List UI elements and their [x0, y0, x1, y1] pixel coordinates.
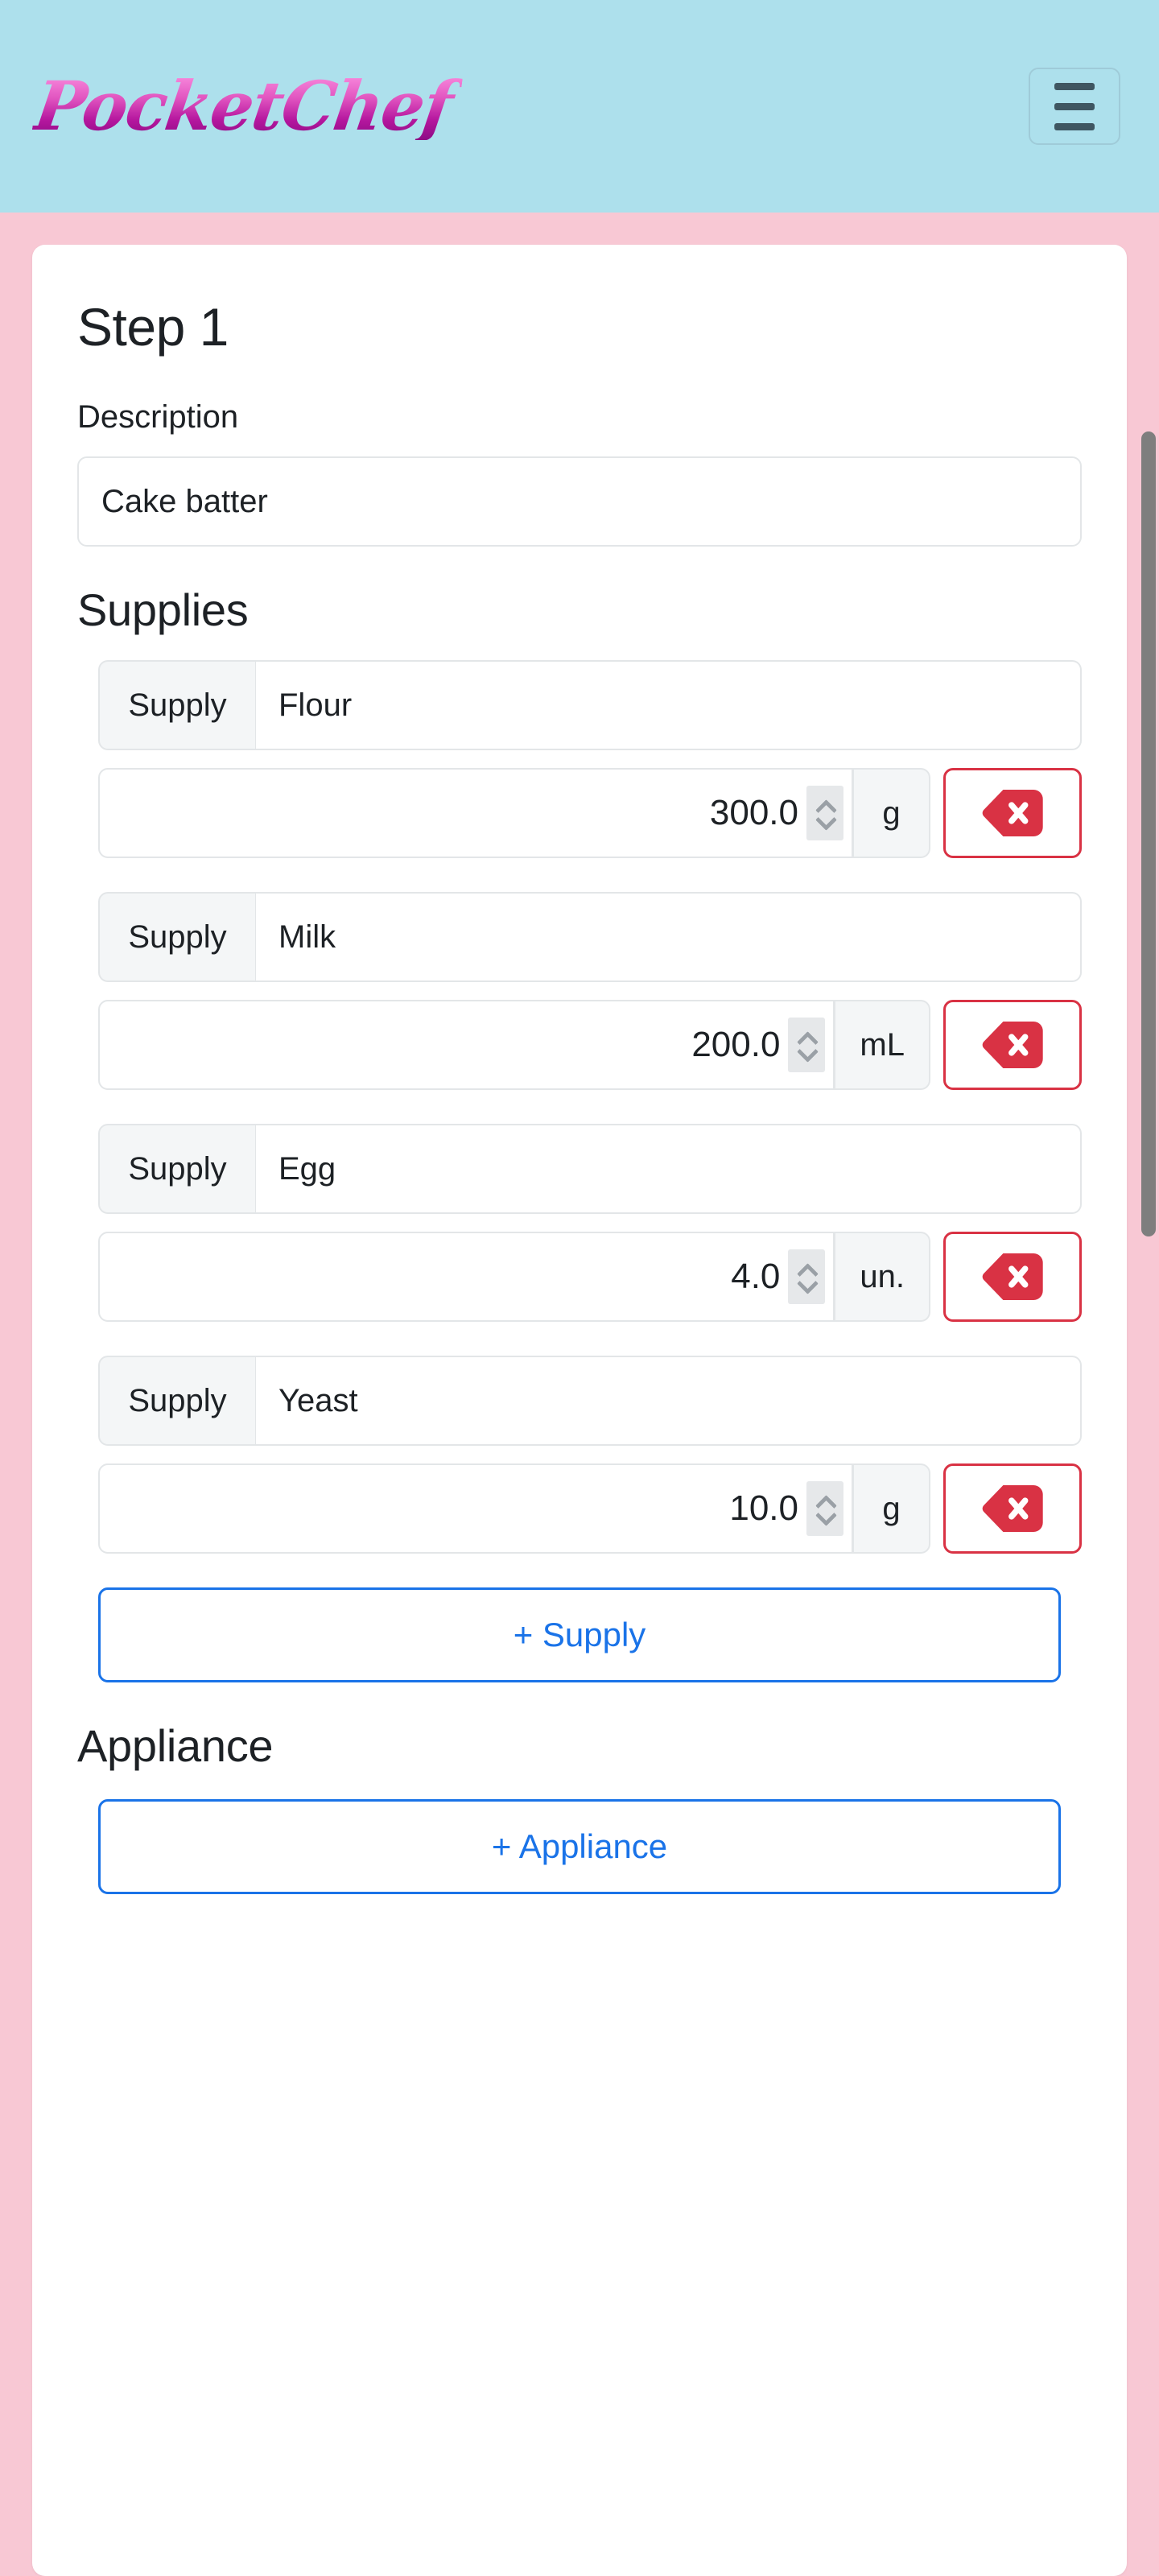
supply-quantity-value: 300.0: [709, 793, 798, 832]
backspace-delete-icon: [982, 1022, 1043, 1068]
page-title: Step 1: [77, 297, 229, 357]
backspace-delete-icon: [982, 1485, 1043, 1532]
backspace-delete-icon: [982, 1253, 1043, 1300]
supply-prefix-label: Supply: [98, 892, 256, 982]
supply-prefix-label: Supply: [98, 1124, 256, 1214]
supplies-heading: Supplies: [77, 584, 249, 635]
chevron-down-icon[interactable]: [816, 815, 834, 824]
supply-quantity-group: 4.0 un.: [98, 1232, 1082, 1322]
supply-item: Supply 300.0 g: [77, 660, 1082, 858]
supply-quantity-value: 4.0: [731, 1257, 781, 1296]
description-label: Description: [77, 399, 239, 435]
supply-name-group: Supply: [98, 1124, 1082, 1214]
supply-list: Supply300.0gSupply200.0mLSupply4.0un.Sup…: [77, 660, 1082, 1554]
supply-quantity-input[interactable]: 10.0: [98, 1463, 853, 1554]
supply-prefix-label: Supply: [98, 1356, 256, 1446]
hamburger-menu-button[interactable]: [1029, 68, 1120, 145]
page-scrollbar[interactable]: [1138, 213, 1159, 2576]
add-appliance-button[interactable]: + Appliance: [98, 1799, 1061, 1894]
supply-name-group: Supply: [98, 660, 1082, 750]
page-scrollbar-thumb[interactable]: [1141, 431, 1156, 1236]
backspace-delete-icon: [982, 790, 1043, 836]
supply-item: Supply 200.0 mL: [77, 892, 1082, 1090]
supply-name-group: Supply: [98, 1356, 1082, 1446]
hamburger-menu-icon-bar-1: [1054, 82, 1095, 90]
supply-name-input[interactable]: [256, 660, 1082, 750]
supply-quantity-input[interactable]: 300.0: [98, 768, 853, 858]
supply-quantity-group: 200.0 mL: [98, 1000, 1082, 1090]
stepper-chevrons-icon[interactable]: [788, 1249, 826, 1304]
step-card: Step 1 Description Supplies Supply 300.0 g…: [32, 245, 1127, 2576]
supply-quantity-input[interactable]: 200.0: [98, 1000, 835, 1090]
supply-unit-label: g: [853, 1463, 930, 1554]
chevron-down-icon[interactable]: [816, 1511, 834, 1520]
supply-item: Supply 4.0 un.: [77, 1124, 1082, 1322]
supply-name-input[interactable]: [256, 1356, 1082, 1446]
delete-supply-button[interactable]: [943, 1000, 1082, 1090]
stepper-chevrons-icon[interactable]: [788, 1018, 826, 1072]
supply-quantity-group: 300.0 g: [98, 768, 1082, 858]
stepper-chevrons-icon[interactable]: [806, 786, 843, 840]
stepper-chevrons-icon[interactable]: [806, 1481, 843, 1536]
supply-unit-label: g: [853, 768, 930, 858]
supply-unit-label: mL: [835, 1000, 930, 1090]
supply-quantity-value: 200.0: [691, 1025, 781, 1064]
supply-unit-label: un.: [835, 1232, 930, 1322]
delete-supply-button[interactable]: [943, 1232, 1082, 1322]
app-header: PocketChef: [0, 0, 1159, 213]
chevron-down-icon[interactable]: [798, 1279, 815, 1288]
supply-name-input[interactable]: [256, 892, 1082, 982]
brand-logo[interactable]: PocketChef: [30, 66, 464, 146]
appliance-heading: Appliance: [77, 1720, 274, 1771]
supply-quantity-value: 10.0: [729, 1488, 798, 1528]
hamburger-menu-icon-bar-2: [1054, 102, 1095, 110]
supply-prefix-label: Supply: [98, 660, 256, 750]
supply-name-group: Supply: [98, 892, 1082, 982]
chevron-down-icon[interactable]: [798, 1047, 815, 1056]
hamburger-menu-icon-bar-3: [1054, 122, 1095, 130]
supply-item: Supply 10.0 g: [77, 1356, 1082, 1554]
delete-supply-button[interactable]: [943, 1463, 1082, 1554]
add-supply-button[interactable]: + Supply: [98, 1587, 1061, 1682]
supply-name-input[interactable]: [256, 1124, 1082, 1214]
description-input[interactable]: [77, 456, 1082, 547]
delete-supply-button[interactable]: [943, 768, 1082, 858]
supply-quantity-group: 10.0 g: [98, 1463, 1082, 1554]
page-body: Step 1 Description Supplies Supply 300.0 g…: [0, 213, 1159, 2576]
supply-quantity-input[interactable]: 4.0: [98, 1232, 835, 1322]
